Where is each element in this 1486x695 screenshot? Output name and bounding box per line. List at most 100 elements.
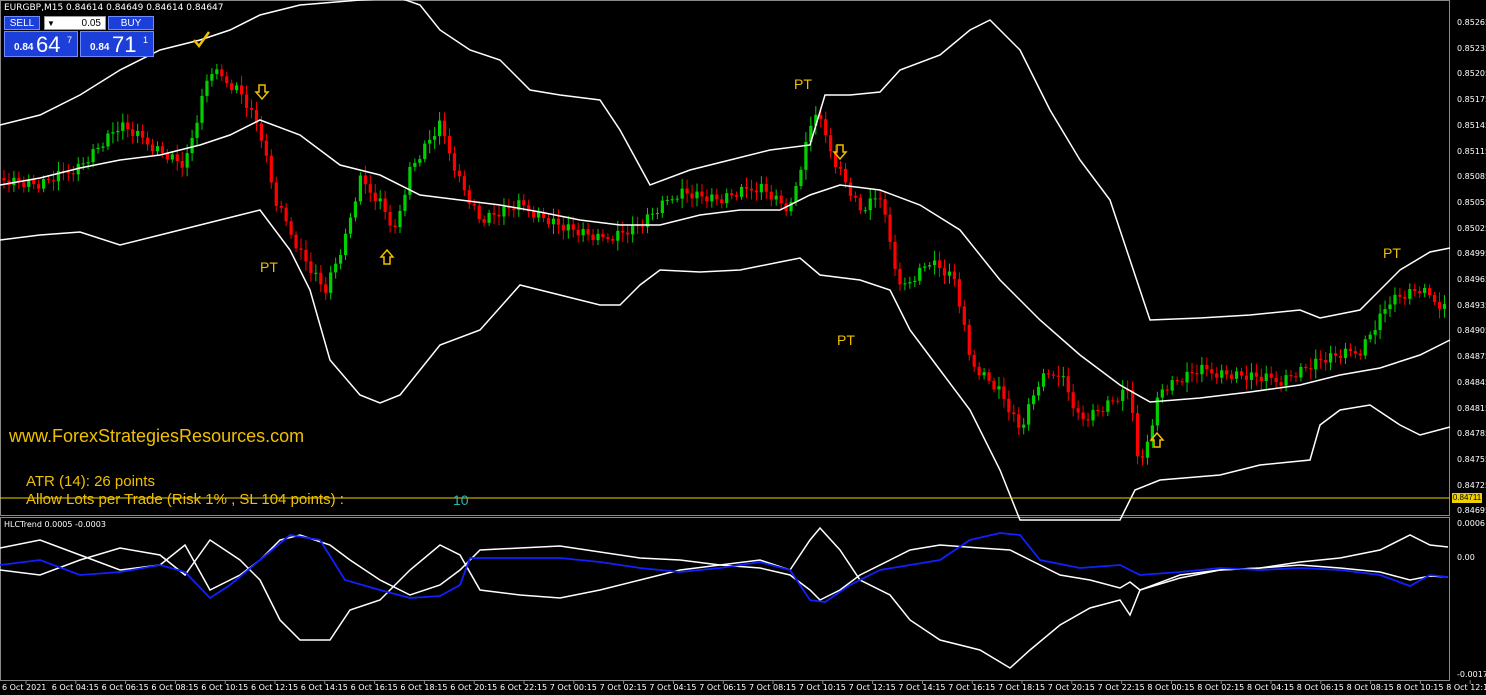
lots-value: 10: [453, 492, 469, 508]
candle-body: [160, 146, 164, 153]
candle-body: [556, 218, 560, 225]
time-axis-label: 6 Oct 22:15: [500, 683, 548, 692]
candle-body: [873, 198, 877, 200]
time-axis-label: 8 Oct 08:15: [1346, 683, 1394, 692]
candle-body: [101, 146, 105, 148]
candle-body: [829, 135, 833, 152]
candle-body: [680, 188, 684, 199]
chart-area[interactable]: [0, 0, 1486, 695]
price-scale-label: 0.85025: [1457, 223, 1486, 233]
candle-body: [1432, 294, 1437, 302]
candle-body: [725, 193, 729, 204]
candle-body: [1205, 364, 1209, 370]
candle-body: [116, 130, 120, 133]
price-scale-label: 0.84935: [1457, 300, 1486, 310]
time-axis-label: 6 Oct 14:15: [300, 683, 348, 692]
candle-body: [868, 198, 872, 211]
time-axis-label: 6 Oct 12:15: [251, 683, 299, 692]
candle-body: [1319, 358, 1323, 361]
price-scale-label: 0.84995: [1457, 249, 1486, 259]
candle-body: [1289, 375, 1293, 377]
candle-body: [1343, 348, 1348, 359]
candle-body: [888, 214, 892, 242]
buy-button[interactable]: BUY: [108, 16, 154, 30]
candle-body: [537, 211, 541, 218]
candle-body: [274, 182, 278, 206]
candle-body: [705, 196, 709, 202]
lot-size-value: 0.05: [81, 18, 101, 29]
candle-body: [1046, 373, 1051, 375]
sell-price-sup: 7: [67, 35, 73, 45]
candle-body: [997, 386, 1001, 390]
lots-label: Allow Lots per Trade (Risk 1% , SL 104 p…: [26, 491, 344, 508]
candle-body: [1363, 339, 1367, 356]
candle-body: [1437, 301, 1442, 309]
candle-body: [145, 137, 150, 145]
candle-body: [739, 186, 744, 197]
candle-body: [1185, 371, 1189, 383]
candle-body: [487, 212, 491, 223]
sell-button[interactable]: SELL: [4, 16, 40, 30]
candle-body: [967, 324, 971, 355]
time-axis-label: 6 Oct 2021: [2, 683, 47, 692]
time-axis-label: 6 Oct 08:15: [151, 683, 199, 692]
candle-body: [324, 284, 328, 293]
candle-body: [571, 224, 575, 230]
candle-body: [928, 265, 932, 267]
candle-body: [838, 166, 843, 169]
window-title: EURGBP,M15 0.84614 0.84649 0.84614 0.846…: [4, 3, 224, 13]
candle-body: [66, 172, 70, 174]
candle-body: [1012, 412, 1016, 415]
buy-price-button[interactable]: 0.84 71 1: [80, 31, 154, 57]
time-axis-label: 6 Oct 18:15: [400, 683, 448, 692]
candle-body: [1022, 424, 1026, 428]
candle-body: [759, 184, 763, 193]
candle-body: [918, 267, 922, 281]
candle-body: [522, 200, 526, 206]
time-axis-label: 7 Oct 08:15: [749, 683, 797, 692]
candle-body: [735, 195, 739, 197]
candle-body: [1165, 389, 1169, 391]
candle-body: [1017, 414, 1021, 428]
sell-price-button[interactable]: 0.84 64 7: [4, 31, 78, 57]
candle-body: [715, 194, 719, 200]
candle-body: [1056, 375, 1060, 377]
pt-label: PT: [794, 76, 812, 92]
candle-body: [190, 137, 194, 154]
price-scale-label: 0.85145: [1457, 120, 1486, 130]
candle-body: [136, 130, 140, 136]
candle-body: [749, 188, 754, 191]
candle-body: [903, 283, 907, 285]
indicator-title: HLCTrend 0.0005 -0.0003: [4, 520, 106, 529]
candle-body: [1353, 351, 1357, 354]
candle-body: [358, 175, 362, 202]
candle-body: [675, 198, 679, 200]
indicator-scale-label: 0.0006: [1457, 519, 1485, 528]
candle-body: [170, 154, 174, 160]
candle-body: [1220, 370, 1224, 378]
candle-body: [348, 217, 353, 234]
time-axis-label: 7 Oct 12:15: [848, 683, 896, 692]
price-scale-label: 0.84815: [1457, 403, 1486, 413]
candle-body: [1239, 371, 1244, 376]
candle-body: [71, 173, 75, 175]
candle-body: [794, 186, 798, 203]
time-axis-label: 7 Oct 16:15: [948, 683, 996, 692]
candle-body: [754, 190, 758, 193]
candle-body: [1027, 404, 1031, 425]
lot-size-input[interactable]: ▼ 0.05: [44, 16, 106, 30]
sell-price-main: 64: [36, 32, 61, 57]
time-axis-label: 7 Oct 10:15: [798, 683, 846, 692]
candle-body: [655, 213, 659, 215]
candle-body: [32, 179, 36, 185]
candle-body: [1066, 376, 1070, 393]
candle-body: [962, 306, 966, 325]
candle-body: [141, 130, 145, 138]
price-scale-label: 0.84725: [1457, 480, 1486, 490]
candle-body: [492, 212, 496, 215]
candle-body: [665, 199, 669, 201]
time-axis-label: 6 Oct 20:15: [450, 683, 498, 692]
candle-body: [843, 168, 848, 183]
candle-body: [1230, 374, 1234, 379]
lot-dropdown-icon[interactable]: ▼: [47, 17, 55, 30]
